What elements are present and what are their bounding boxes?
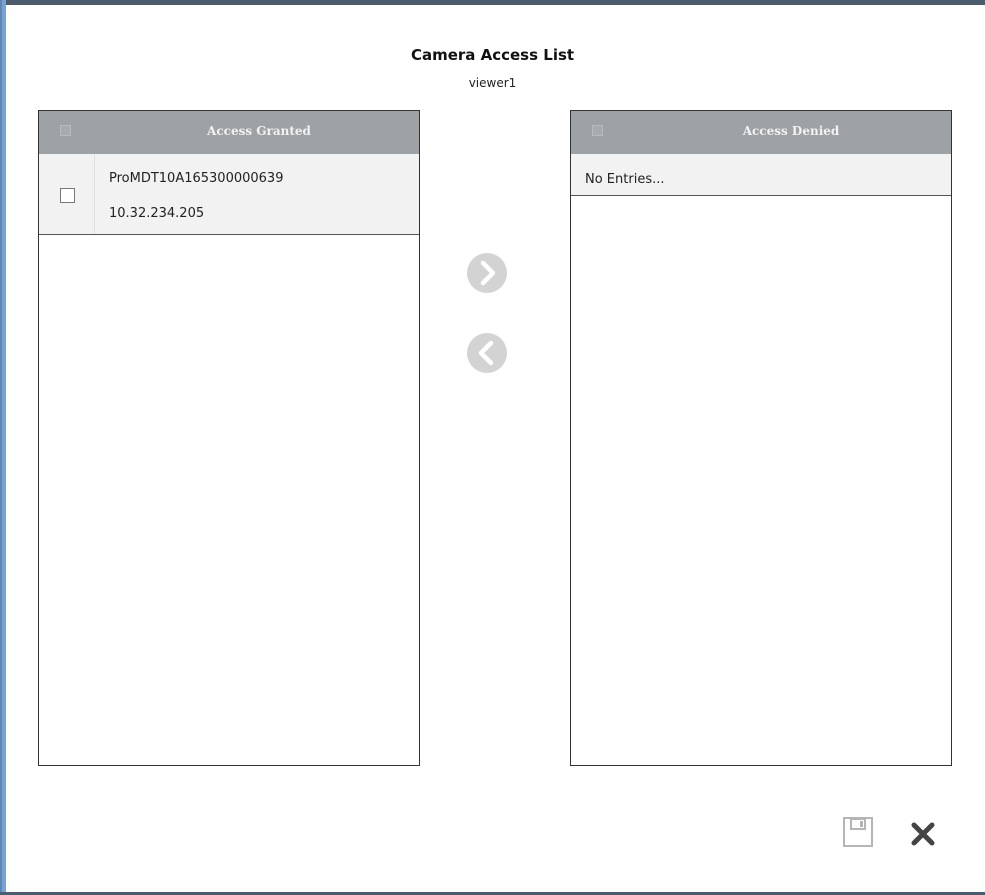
access-granted-header: Access Granted — [39, 111, 419, 154]
access-granted-title: Access Granted — [207, 124, 311, 138]
dialog-title: Camera Access List — [410, 46, 575, 64]
chevron-right-icon — [480, 260, 496, 286]
chevron-left-icon — [478, 340, 494, 366]
dialog-subtitle-user: viewer1 — [468, 76, 517, 90]
select-all-granted-checkbox[interactable] — [60, 125, 71, 136]
row-column-divider — [94, 154, 95, 234]
list-item[interactable]: ProMDT10A165300000639 10.32.234.205 — [39, 154, 419, 235]
close-icon — [911, 822, 935, 846]
window-left-border — [0, 0, 6, 895]
camera-ip: 10.32.234.205 — [109, 206, 205, 221]
row-select-checkbox[interactable] — [60, 188, 75, 203]
access-denied-title: Access Denied — [742, 124, 840, 138]
move-to-granted-button[interactable] — [467, 333, 507, 373]
close-button[interactable] — [908, 819, 938, 849]
no-entries-text: No Entries... — [585, 172, 665, 187]
empty-list-row: No Entries... — [571, 154, 951, 196]
window-top-border — [0, 0, 985, 5]
access-denied-panel: Access Denied No Entries... — [570, 110, 952, 766]
save-button[interactable] — [842, 816, 874, 848]
access-granted-panel: Access Granted ProMDT10A165300000639 10.… — [38, 110, 420, 766]
move-to-denied-button[interactable] — [467, 253, 507, 293]
access-denied-header: Access Denied — [571, 111, 951, 154]
floppy-save-icon — [843, 817, 873, 847]
camera-name: ProMDT10A165300000639 — [109, 171, 284, 186]
select-all-denied-checkbox[interactable] — [592, 125, 603, 136]
